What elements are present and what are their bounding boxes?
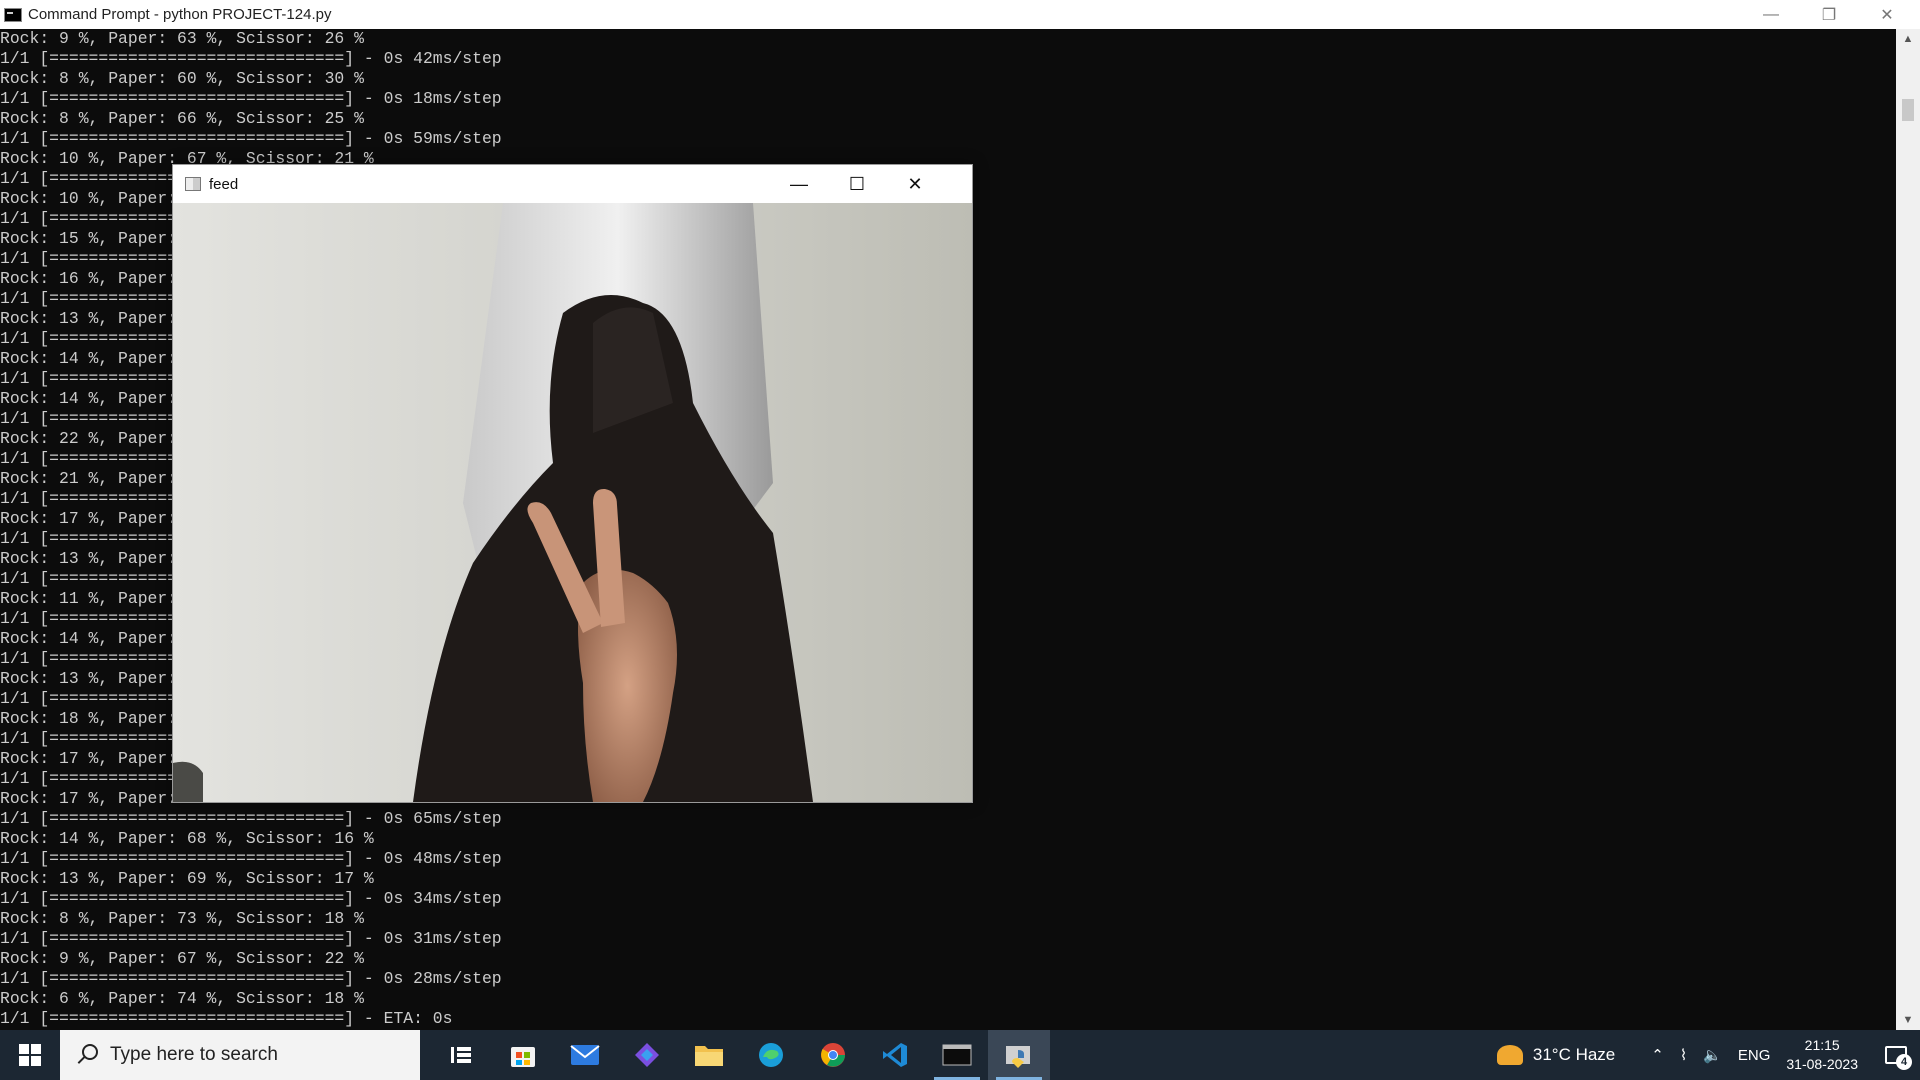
- windows-logo-icon: [19, 1044, 41, 1066]
- console-line: 1/1 [==============================] - 0…: [0, 129, 502, 148]
- copilot-icon: [635, 1043, 659, 1067]
- console-line: Rock: 14 %, Paper: 68 %, Scissor: 16 %: [0, 829, 374, 848]
- console-line: 1/1 [==============================] - 0…: [0, 49, 502, 68]
- console-line: Rock: 13 %, Paper: 69 %, Scissor: 17 %: [0, 869, 374, 888]
- console-titlebar: Command Prompt - python PROJECT-124.py —…: [0, 0, 1920, 29]
- window-title: Command Prompt - python PROJECT-124.py: [28, 6, 332, 23]
- weather-text: 31°C Haze: [1532, 1045, 1616, 1064]
- feed-minimize-button[interactable]: —: [770, 165, 828, 203]
- console-line: Rock: 8 %, Paper: 73 %, Scissor: 18 %: [0, 909, 364, 928]
- taskbar-mail[interactable]: [554, 1030, 616, 1080]
- system-tray: 31°C Haze ⌃ ⌇ 🔈 ENG 21:15 31-08-2023 4: [1496, 1030, 1920, 1080]
- feed-window[interactable]: feed — ☐ ✕: [172, 164, 973, 803]
- taskbar-chrome[interactable]: [802, 1030, 864, 1080]
- console-line: Rock: 8 %, Paper: 60 %, Scissor: 30 %: [0, 69, 364, 88]
- chevron-up-icon[interactable]: ⌃: [1651, 1046, 1664, 1064]
- minimize-button[interactable]: —: [1742, 0, 1800, 29]
- scroll-up-icon[interactable]: ▲: [1896, 29, 1920, 49]
- console-line: 1/1 [==============================] - 0…: [0, 929, 502, 948]
- taskbar-file-explorer[interactable]: [678, 1030, 740, 1080]
- taskbar: Type here to search 31°C Haze ⌃ ⌇ 🔈 ENG: [0, 1030, 1920, 1080]
- clock[interactable]: 21:15 31-08-2023: [1786, 1036, 1858, 1074]
- language-indicator[interactable]: ENG: [1738, 1047, 1771, 1064]
- feed-app-icon: [185, 177, 201, 191]
- taskbar-copilot[interactable]: [616, 1030, 678, 1080]
- taskbar-store[interactable]: [492, 1030, 554, 1080]
- task-view-icon: [451, 1047, 471, 1063]
- terminal-icon: [942, 1044, 972, 1066]
- task-view-button[interactable]: [430, 1030, 492, 1080]
- weather-widget[interactable]: 31°C Haze: [1496, 1045, 1616, 1065]
- feed-title: feed: [209, 175, 239, 193]
- console-line: Rock: 9 %, Paper: 67 %, Scissor: 22 %: [0, 949, 364, 968]
- taskbar-search[interactable]: Type here to search: [60, 1030, 420, 1080]
- edge-icon: [759, 1043, 783, 1067]
- mail-icon: [570, 1045, 600, 1065]
- folder-icon: [695, 1046, 723, 1066]
- webcam-image: [173, 203, 972, 802]
- python-icon: [1006, 1046, 1030, 1068]
- console-line: 1/1 [==============================] - E…: [0, 1009, 453, 1028]
- clock-time: 21:15: [1804, 1037, 1840, 1053]
- console-scrollbar[interactable]: ▲ ▼: [1896, 29, 1920, 1030]
- search-placeholder: Type here to search: [110, 1044, 278, 1065]
- taskbar-python[interactable]: [988, 1030, 1050, 1080]
- taskbar-vscode[interactable]: [864, 1030, 926, 1080]
- console-line: 1/1 [==============================] - 0…: [0, 849, 502, 868]
- clock-date: 31-08-2023: [1786, 1056, 1858, 1072]
- chrome-icon: [821, 1043, 845, 1067]
- close-button[interactable]: ✕: [1858, 0, 1916, 29]
- taskbar-edge[interactable]: [740, 1030, 802, 1080]
- weather-haze-icon: [1496, 1045, 1523, 1065]
- console-line: Rock: 9 %, Paper: 63 %, Scissor: 26 %: [0, 29, 364, 48]
- scroll-thumb[interactable]: [1902, 99, 1914, 121]
- console-line: Rock: 8 %, Paper: 66 %, Scissor: 25 %: [0, 109, 364, 128]
- console-line: 1/1 [==============================] - 0…: [0, 809, 502, 828]
- notification-center-button[interactable]: 4: [1872, 1030, 1920, 1080]
- scroll-down-icon[interactable]: ▼: [1896, 1010, 1920, 1030]
- feed-close-button[interactable]: ✕: [886, 165, 944, 203]
- store-icon: [511, 1047, 535, 1067]
- search-icon: [76, 1044, 98, 1066]
- console-line: 1/1 [==============================] - 0…: [0, 889, 502, 908]
- cmd-icon: [4, 7, 22, 22]
- taskbar-terminal[interactable]: [926, 1030, 988, 1080]
- webcam-frame: [173, 203, 972, 802]
- restore-button[interactable]: ❐: [1800, 0, 1858, 29]
- network-icon[interactable]: ⌇: [1680, 1046, 1687, 1064]
- volume-icon[interactable]: 🔈: [1703, 1046, 1722, 1064]
- console-line: 1/1 [==============================] - 0…: [0, 89, 502, 108]
- feed-titlebar[interactable]: feed — ☐ ✕: [173, 165, 972, 203]
- notification-count: 4: [1896, 1054, 1912, 1070]
- vscode-icon: [883, 1043, 907, 1067]
- console-line: Rock: 6 %, Paper: 74 %, Scissor: 18 %: [0, 989, 364, 1008]
- console-line: 1/1 [==============================] - 0…: [0, 969, 502, 988]
- feed-maximize-button[interactable]: ☐: [828, 165, 886, 203]
- start-button[interactable]: [0, 1030, 60, 1080]
